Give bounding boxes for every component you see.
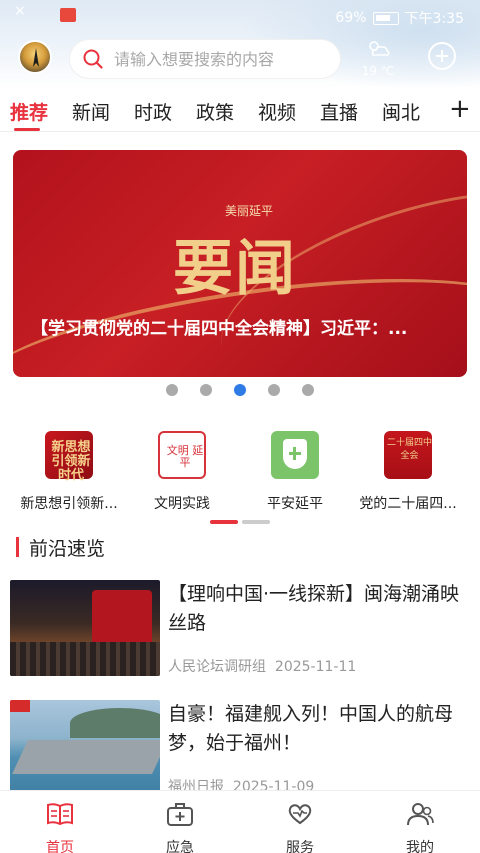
tab-live[interactable]: 直播 (320, 98, 358, 125)
quick-links: 新思想 引领新时代 新思想引领新... 文明 延平 文明实践 平安延平 二十届四… (0, 428, 480, 518)
weather-temperature: 19 ℃ (361, 64, 395, 78)
quick-link-label: 新思想引领新... (20, 496, 118, 512)
tab-news[interactable]: 新闻 (72, 98, 110, 125)
news-thumbnail (10, 700, 160, 796)
active-tab-indicator (14, 128, 40, 131)
status-right: 69% 下午3:35 (335, 8, 464, 28)
carousel-dot[interactable] (268, 384, 280, 396)
pager-inactive[interactable] (242, 520, 270, 524)
new-thought-icon: 新思想 引领新时代 (45, 431, 93, 483)
first-aid-kit-icon (167, 803, 193, 826)
notification-close-icon[interactable]: × (14, 3, 26, 19)
clock: 下午3:35 (404, 11, 464, 27)
news-source: 人民论坛调研组 (168, 659, 266, 675)
tab-minbei[interactable]: 闽北 (382, 98, 420, 125)
nav-label: 首页 (46, 840, 74, 853)
nav-mine[interactable]: 我的 (360, 797, 480, 853)
add-circle-icon[interactable] (428, 42, 456, 70)
news-item[interactable]: 【理响中国·一线探新】闽海潮涌映丝路 人民论坛调研组 2025-11-11 (10, 580, 470, 680)
banner-carousel[interactable]: 美丽延平 要闻 【学习贯彻党的二十届四中全会精神】习近平：... (13, 150, 467, 377)
quick-link-label: 平安延平 (267, 496, 323, 512)
tab-policy[interactable]: 政策 (196, 98, 234, 125)
news-date: 2025-11-11 (274, 659, 357, 675)
carousel-dot[interactable] (200, 384, 212, 396)
status-bar: × 69% 下午3:35 (0, 0, 480, 34)
quick-link-party-plenum[interactable]: 二十届四中全会 党的二十届四... (353, 428, 463, 513)
tab-politics[interactable]: 时政 (134, 98, 172, 125)
nav-emergency[interactable]: 应急 (120, 797, 240, 853)
party-icon-text: 二十届四中全会 (387, 438, 433, 461)
add-channel-icon[interactable]: + (449, 94, 471, 124)
nav-home[interactable]: 首页 (0, 797, 120, 853)
banner-headline: 要闻 (173, 234, 297, 304)
search-input[interactable] (114, 49, 334, 69)
header: × 69% 下午3:35 19 ℃ (0, 0, 480, 88)
news-title: 自豪！福建舰入列！中国人的航母梦，始于福州！ (168, 703, 454, 754)
channel-tabs: 推荐 新闻 时政 政策 视频 直播 闽北 + (0, 88, 480, 132)
search-bar[interactable] (70, 40, 340, 78)
party-plenum-icon: 二十届四中全会 (384, 431, 432, 479)
pager-active[interactable] (210, 520, 238, 524)
book-icon (47, 803, 73, 826)
search-icon (83, 49, 103, 69)
battery-percent: 69% (335, 10, 367, 26)
quick-link-label: 党的二十届四... (359, 496, 457, 512)
nav-label: 我的 (406, 840, 434, 853)
tab-video[interactable]: 视频 (258, 98, 296, 125)
news-item[interactable]: 自豪！福建舰入列！中国人的航母梦，始于福州！ 福州日报 2025-11-09 (10, 700, 470, 800)
new-thought-icon-text: 新思想 引领新时代 (51, 440, 91, 483)
app-logo[interactable] (18, 40, 52, 74)
civilization-seal-icon: 文明 延平 (158, 431, 206, 479)
carousel-dot-active[interactable] (234, 384, 246, 396)
partly-cloudy-icon (369, 41, 390, 56)
battery-icon (372, 11, 399, 25)
user-icon (407, 803, 434, 826)
app-notification-icon (60, 8, 76, 22)
bottom-navigation: 首页 应急 服务 我的 (0, 790, 480, 853)
heart-hands-icon (288, 804, 312, 825)
carousel-dot[interactable] (166, 384, 178, 396)
section-title: 前沿速览 (29, 537, 106, 560)
quick-links-pager (210, 520, 272, 524)
nav-label: 应急 (166, 840, 194, 853)
logo-mark-icon (33, 48, 39, 67)
news-thumbnail (10, 580, 160, 676)
quick-link-safe-yanping[interactable]: 平安延平 (240, 428, 350, 513)
news-title: 【理响中国·一线探新】闽海潮涌映丝路 (168, 583, 460, 634)
news-meta: 人民论坛调研组 2025-11-11 (168, 656, 356, 676)
quick-link-civilization[interactable]: 文明 延平 文明实践 (127, 428, 237, 513)
banner-caption: 【学习贯彻党的二十届四中全会精神】习近平：... (31, 319, 408, 339)
section-accent-bar (16, 537, 19, 557)
shield-plus-icon (271, 431, 319, 479)
weather-widget[interactable]: 19 ℃ (356, 38, 400, 78)
carousel-dot[interactable] (302, 384, 314, 396)
banner-brand: 美丽延平 (225, 204, 274, 218)
tab-recommend[interactable]: 推荐 (10, 98, 48, 125)
quick-link-new-thought[interactable]: 新思想 引领新时代 新思想引领新... (14, 428, 124, 513)
carousel-dots (0, 384, 480, 396)
section-header: 前沿速览 (16, 535, 106, 560)
nav-label: 服务 (286, 840, 314, 853)
nav-services[interactable]: 服务 (240, 797, 360, 853)
civilization-icon-text: 文明 延平 (166, 444, 204, 469)
quick-link-label: 文明实践 (154, 496, 210, 512)
